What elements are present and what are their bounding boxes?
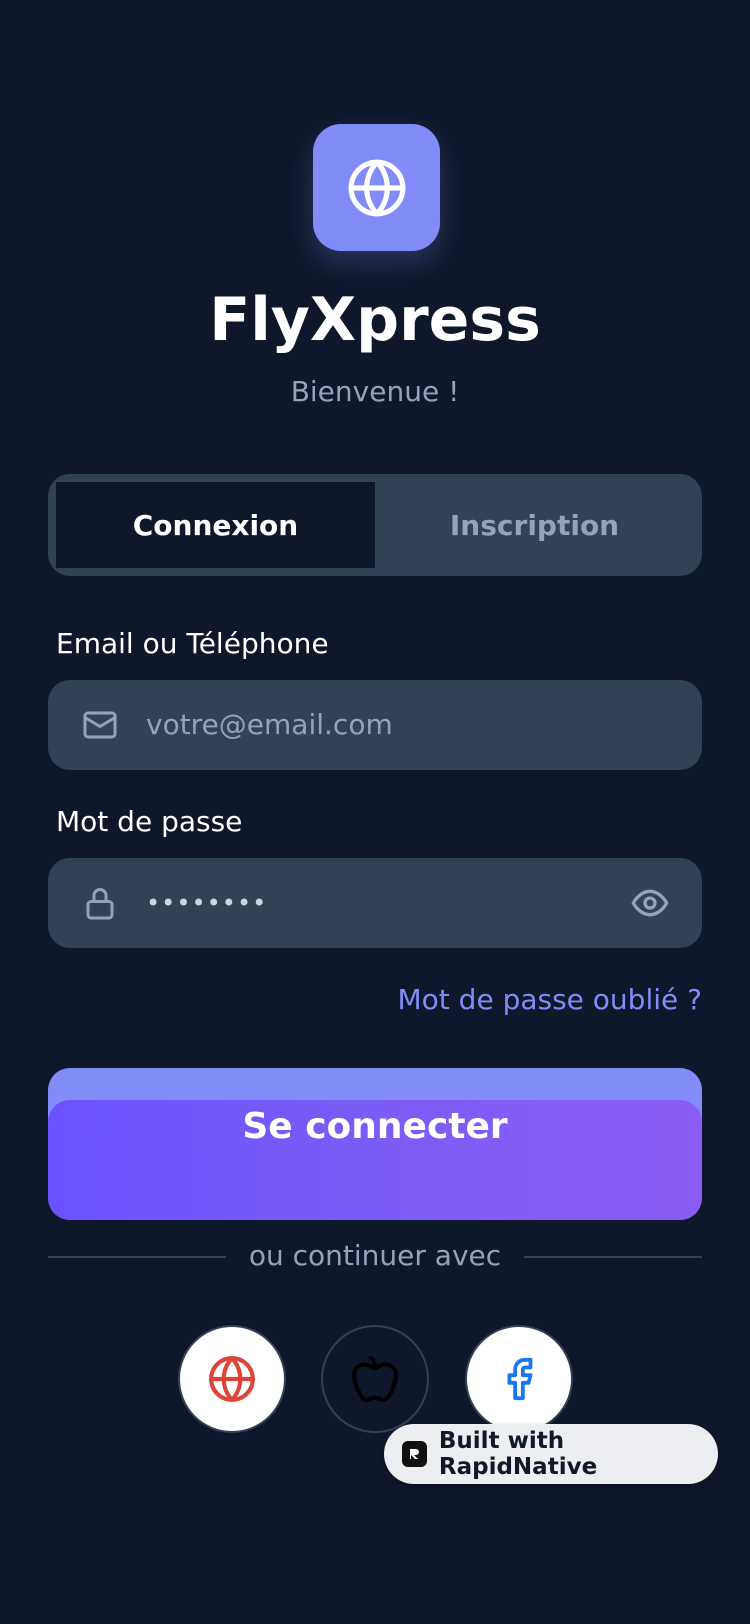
auth-tabs: Connexion Inscription xyxy=(48,474,702,576)
app-title: FlyXpress xyxy=(209,285,541,355)
apple-icon xyxy=(352,1356,398,1402)
welcome-subtitle: Bienvenue ! xyxy=(290,375,460,408)
apple-login-button[interactable] xyxy=(321,1325,429,1433)
mail-icon xyxy=(83,711,117,739)
tab-connexion[interactable]: Connexion xyxy=(56,482,375,568)
password-input[interactable]: •••••••• xyxy=(146,858,267,948)
eye-icon[interactable] xyxy=(630,883,670,923)
app-logo xyxy=(313,124,440,251)
globe-icon xyxy=(348,159,405,216)
google-login-button[interactable] xyxy=(178,1325,286,1433)
password-label: Mot de passe xyxy=(56,805,243,838)
built-with-badge[interactable]: Built with RapidNative xyxy=(384,1424,718,1484)
lock-icon xyxy=(86,888,114,920)
globe-icon xyxy=(209,1356,255,1402)
password-field[interactable]: •••••••• xyxy=(48,858,702,948)
tab-inscription[interactable]: Inscription xyxy=(375,482,694,568)
facebook-icon xyxy=(507,1357,533,1401)
forgot-password-link[interactable]: Mot de passe oublié ? xyxy=(398,982,703,1018)
email-input[interactable]: votre@email.com xyxy=(146,680,393,770)
badge-text: Built with RapidNative xyxy=(438,1428,598,1480)
rapidnative-logo-icon xyxy=(402,1441,427,1467)
divider-right xyxy=(524,1256,702,1258)
email-label: Email ou Téléphone xyxy=(56,627,329,660)
facebook-login-button[interactable] xyxy=(465,1325,573,1433)
email-field[interactable]: votre@email.com xyxy=(48,680,702,770)
login-button-label: Se connecter xyxy=(242,1106,508,1147)
login-button[interactable]: Se connecter xyxy=(48,1068,702,1220)
